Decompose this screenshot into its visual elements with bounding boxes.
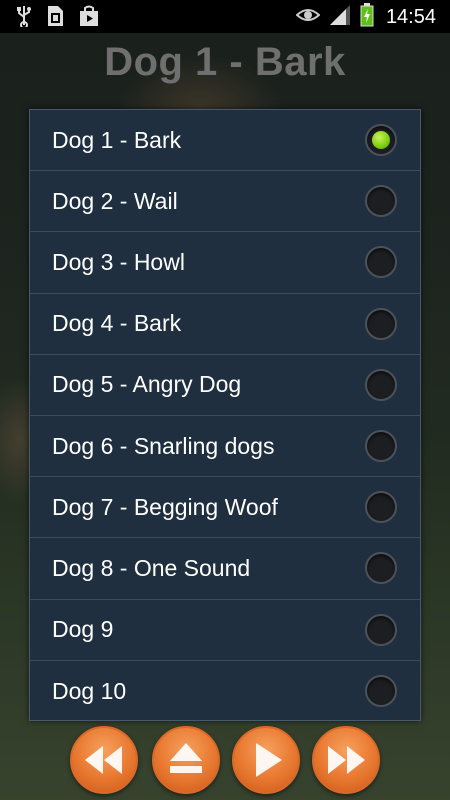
- sound-list-item-label: Dog 3 - Howl: [52, 248, 185, 275]
- sound-selection-dialog: Dog 1 - Bark Dog 2 - Wail Dog 3 - Howl D…: [29, 109, 421, 721]
- status-bar: 14:54: [0, 0, 450, 33]
- sound-list-item[interactable]: Dog 3 - Howl: [30, 232, 420, 294]
- radio-button[interactable]: [365, 246, 397, 279]
- sound-list-item-label: Dog 6 - Snarling dogs: [52, 432, 275, 459]
- sound-list-item[interactable]: Dog 8 - One Sound: [30, 538, 420, 600]
- playback-controls: [0, 726, 450, 800]
- radio-button[interactable]: [365, 368, 397, 401]
- radio-button-selected[interactable]: [365, 124, 397, 157]
- fast-forward-button[interactable]: [312, 726, 380, 794]
- eye-icon: [295, 7, 321, 27]
- play-store-icon: [78, 5, 100, 31]
- sound-list-item-label: Dog 1 - Bark: [52, 126, 182, 153]
- sound-list-item-label: Dog 10: [52, 677, 127, 704]
- sound-list-item[interactable]: Dog 9: [30, 600, 420, 661]
- sound-list-item-label: Dog 2 - Wail: [52, 187, 178, 214]
- radio-button[interactable]: [365, 185, 397, 218]
- eject-icon: [170, 743, 202, 773]
- usb-icon: [16, 5, 32, 31]
- sd-card-icon: [46, 5, 64, 31]
- sound-list-item[interactable]: Dog 1 - Bark: [30, 110, 420, 172]
- sound-list-item[interactable]: Dog 5 - Angry Dog: [30, 355, 420, 416]
- signal-icon: [328, 4, 352, 30]
- sound-list-item-label: Dog 5 - Angry Dog: [52, 371, 242, 398]
- play-button[interactable]: [232, 726, 300, 794]
- sound-list-item-label: Dog 8 - One Sound: [52, 554, 251, 581]
- sound-list-item-label: Dog 4 - Bark: [52, 310, 182, 337]
- battery-charging-icon: [360, 3, 374, 31]
- sound-list-item[interactable]: Dog 4 - Bark: [30, 294, 420, 355]
- sound-list-item[interactable]: Dog 7 - Begging Woof: [30, 477, 420, 539]
- rewind-icon: [85, 746, 122, 774]
- clock-time: 14:54: [385, 5, 436, 28]
- sound-list-item[interactable]: Dog 10: [30, 661, 420, 722]
- sound-list-item-label: Dog 9: [52, 616, 114, 643]
- radio-button[interactable]: [365, 552, 397, 585]
- radio-button[interactable]: [365, 675, 397, 708]
- play-icon: [256, 743, 282, 777]
- radio-button[interactable]: [365, 491, 397, 524]
- fast-forward-icon: [328, 746, 365, 774]
- eject-button[interactable]: [152, 726, 220, 794]
- radio-button[interactable]: [365, 307, 397, 340]
- sound-list-item-label: Dog 7 - Begging Woof: [52, 493, 278, 520]
- sound-list-item[interactable]: Dog 6 - Snarling dogs: [30, 416, 420, 478]
- radio-button[interactable]: [365, 430, 397, 463]
- radio-button[interactable]: [365, 613, 397, 646]
- sound-list-item[interactable]: Dog 2 - Wail: [30, 171, 420, 233]
- rewind-button[interactable]: [70, 726, 138, 794]
- screen-title: Dog 1 - Bark: [104, 40, 346, 84]
